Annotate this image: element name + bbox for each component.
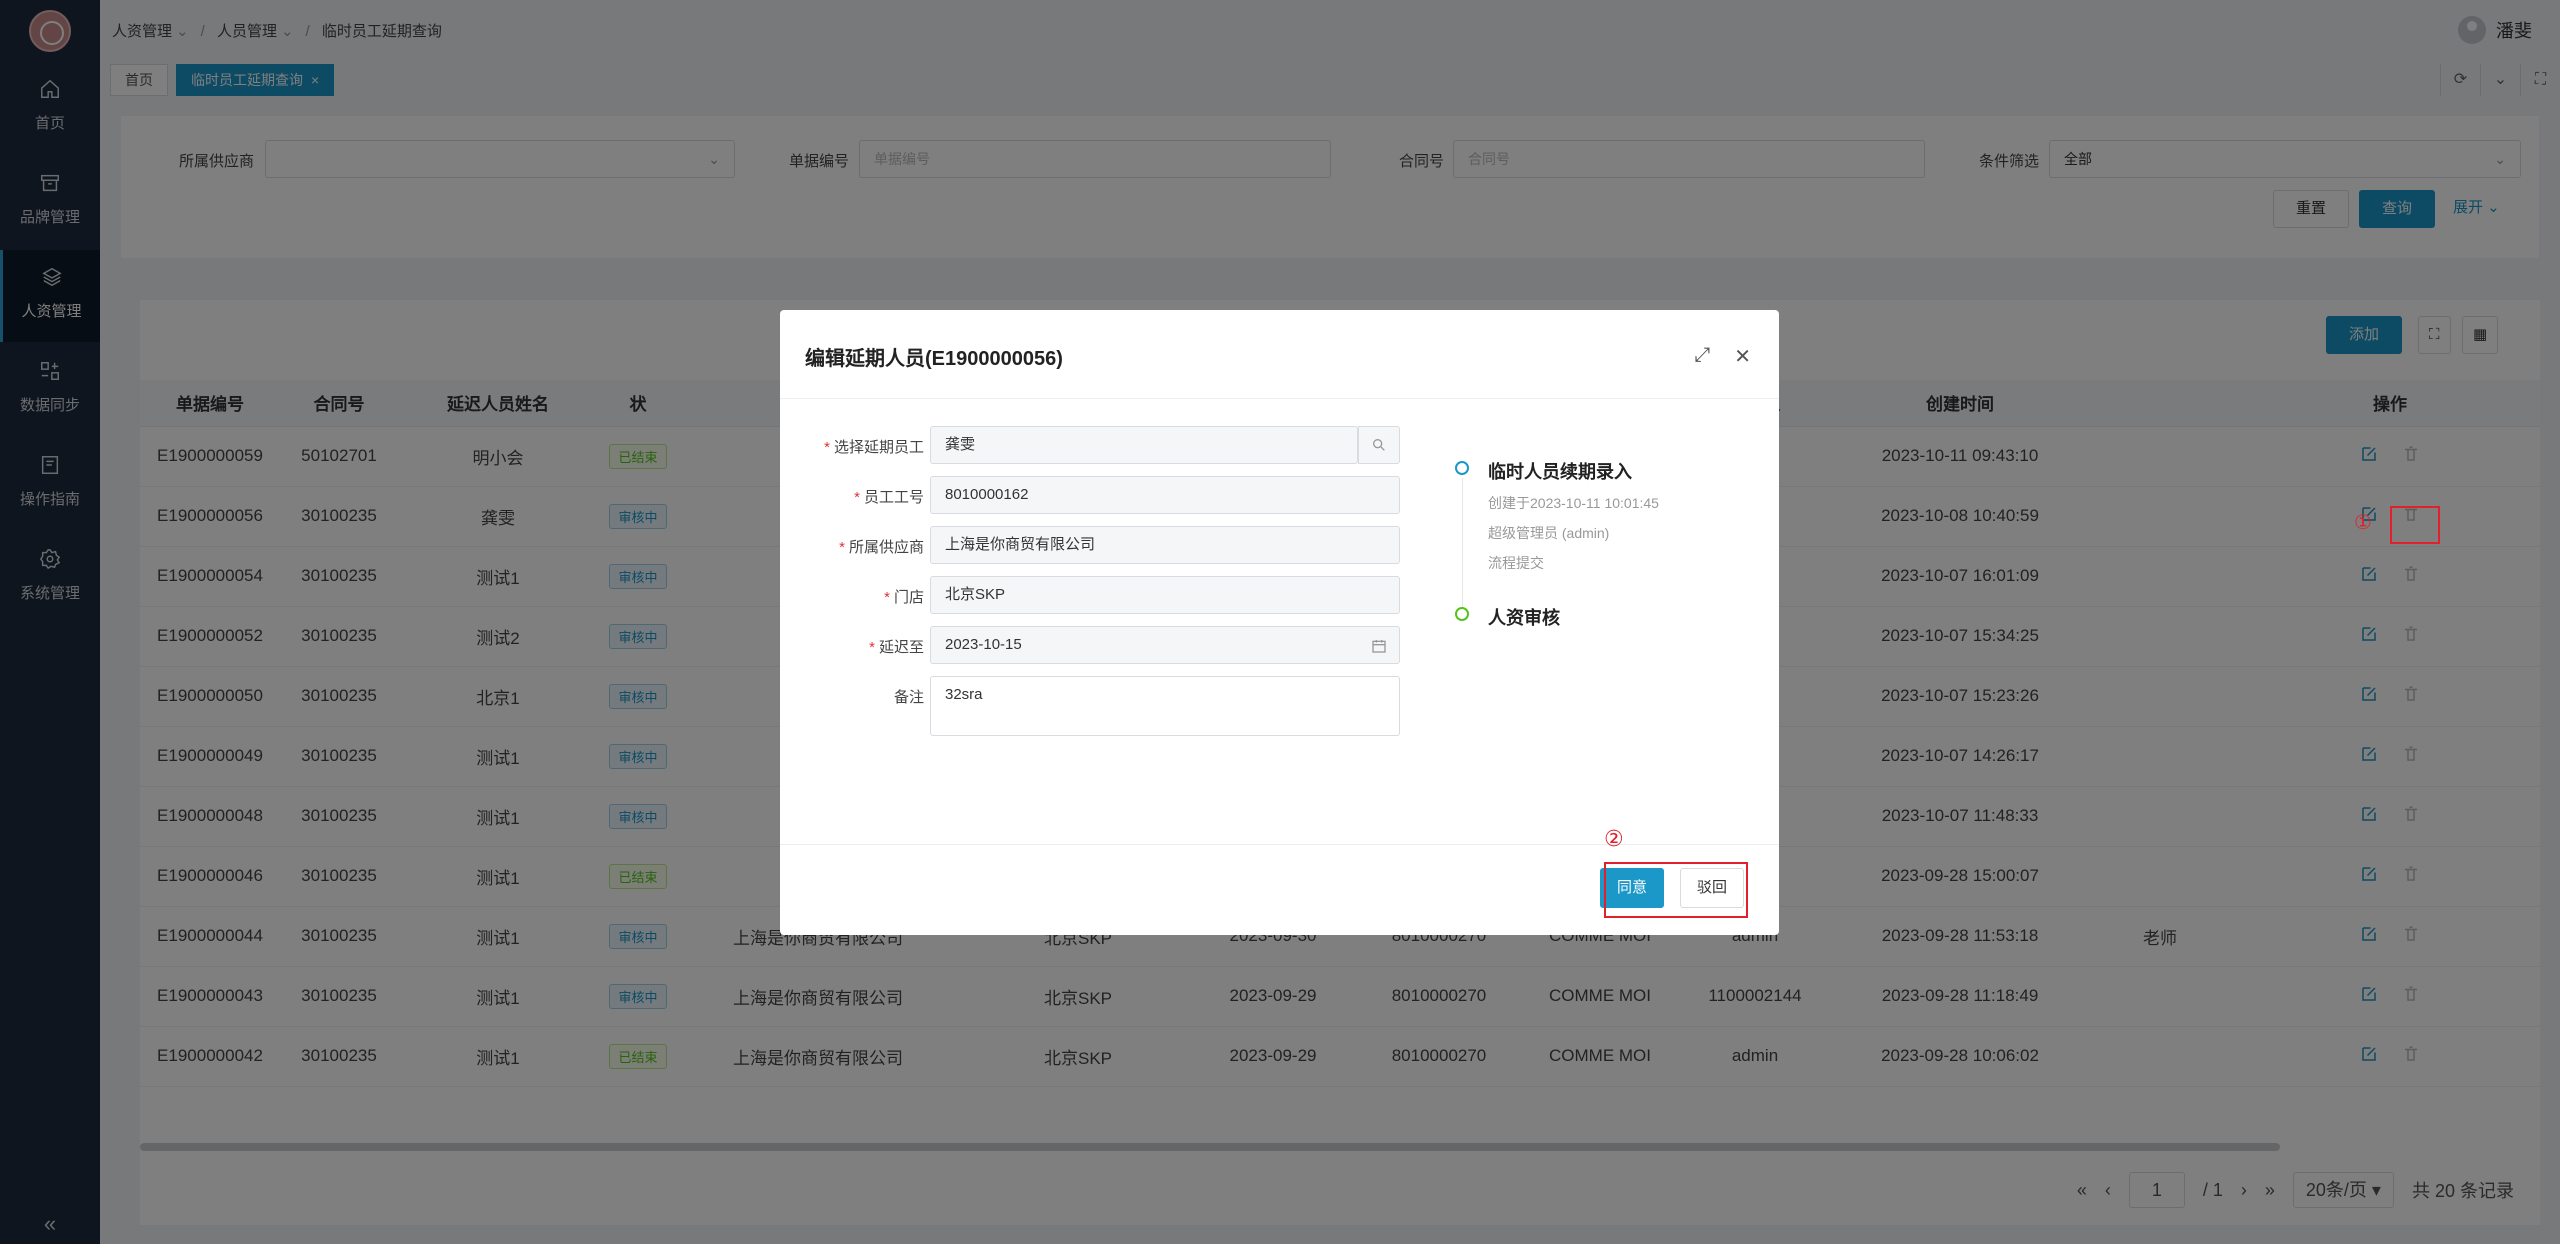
dialog-tools: ⤢ ✕ <box>1694 344 1751 369</box>
divider <box>780 844 1779 845</box>
form-row-empno: * 员工工号 8010000162 <box>780 476 1400 516</box>
field-label: * 所属供应商 <box>839 539 924 556</box>
annotation-box <box>1604 862 1748 918</box>
store-input[interactable]: 北京SKP <box>930 576 1400 614</box>
timeline-line <box>1462 478 1463 614</box>
employee-input[interactable]: 龚雯 <box>930 426 1358 464</box>
supplier-input[interactable]: 上海是你商贸有限公司 <box>930 526 1400 564</box>
field-label: * 员工工号 <box>854 489 924 506</box>
timeline-action: 流程提交 <box>1488 555 1544 571</box>
form-row-remark: 备注 32sra <box>780 676 1400 738</box>
timeline-dot <box>1455 461 1469 475</box>
timeline-step-title: 人资审核 <box>1488 608 1560 628</box>
calendar-icon <box>1372 640 1386 653</box>
field-label: * 门店 <box>884 589 924 606</box>
annotation-mark: ② <box>1604 826 1624 851</box>
form-row-store: * 门店 北京SKP <box>780 576 1400 616</box>
timeline-user: 超级管理员 (admin) <box>1488 525 1610 541</box>
remark-textarea[interactable]: 32sra <box>930 676 1400 736</box>
date-value: 2023-10-15 <box>945 636 1022 653</box>
form-row-employee: * 选择延期员工 龚雯 <box>780 426 1400 466</box>
field-label: * 选择延期员工 <box>824 439 924 456</box>
maximize-icon[interactable]: ⤢ <box>1694 344 1710 369</box>
timeline-created: 创建于2023-10-11 10:01:45 <box>1488 495 1659 511</box>
close-icon[interactable]: ✕ <box>1734 344 1751 369</box>
employee-no-input[interactable]: 8010000162 <box>930 476 1400 514</box>
edit-dialog: 编辑延期人员(E1900000056) ⤢ ✕ * 选择延期员工 龚雯 * 员工工号… <box>780 310 1779 935</box>
form-row-date: * 延迟至 2023-10-15 <box>780 626 1400 666</box>
divider <box>780 398 1779 399</box>
timeline-step-title: 临时人员续期录入 <box>1488 462 1632 482</box>
field-label: * 延迟至 <box>869 639 924 656</box>
dialog-title: 编辑延期人员(E1900000056) <box>805 348 1063 370</box>
annotation-mark: ① <box>2354 512 2372 534</box>
field-label: 备注 <box>893 689 924 706</box>
delay-date-input[interactable]: 2023-10-15 <box>930 626 1400 664</box>
search-button[interactable] <box>1358 426 1400 464</box>
form-row-supplier: * 所属供应商 上海是你商贸有限公司 <box>780 526 1400 566</box>
annotation-box <box>2390 506 2440 544</box>
timeline-dot <box>1455 607 1469 621</box>
search-icon <box>1373 439 1385 451</box>
